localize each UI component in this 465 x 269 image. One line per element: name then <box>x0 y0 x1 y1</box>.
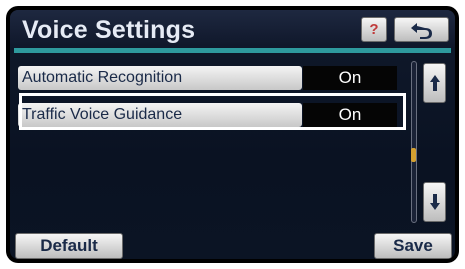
voice-settings-screen: Voice Settings ? Automatic Recognition O… <box>10 10 455 259</box>
setting-label-automatic-recognition[interactable]: Automatic Recognition <box>18 66 302 90</box>
save-button[interactable]: Save <box>374 233 452 259</box>
scroll-down-arrow-icon <box>430 194 440 210</box>
setting-label-traffic-voice-guidance[interactable]: Traffic Voice Guidance <box>18 103 302 127</box>
default-button[interactable]: Default <box>15 233 123 259</box>
page-title: Voice Settings <box>22 16 196 44</box>
scroll-up-button[interactable] <box>423 63 446 103</box>
display-bezel: Voice Settings ? Automatic Recognition O… <box>6 6 459 263</box>
back-arrow-icon <box>411 23 432 39</box>
scrollbar-thumb[interactable] <box>411 148 416 162</box>
back-button[interactable] <box>394 17 449 42</box>
setting-value-automatic-recognition[interactable]: On <box>303 66 397 90</box>
help-button[interactable]: ? <box>361 17 387 42</box>
header-bar: Voice Settings ? <box>10 10 455 48</box>
scrollbar-track[interactable] <box>411 61 417 223</box>
setting-value-traffic-voice-guidance[interactable]: On <box>303 103 397 127</box>
header-accent-line <box>14 48 451 53</box>
scroll-down-button[interactable] <box>423 182 446 222</box>
scroll-up-arrow-icon <box>430 75 440 91</box>
